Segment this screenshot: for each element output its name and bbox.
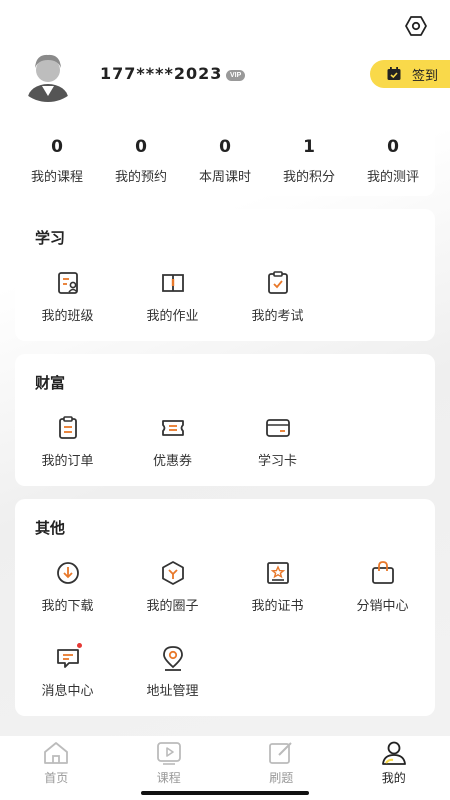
vip-badge: VIP xyxy=(226,70,246,81)
settings-button[interactable] xyxy=(402,12,430,40)
class-icon xyxy=(57,272,78,294)
menu-label: 地址管理 xyxy=(146,684,199,699)
video-icon xyxy=(156,742,181,765)
menu-label: 消息中心 xyxy=(41,684,94,699)
menu-my-class[interactable]: 我的班级 xyxy=(15,269,120,324)
tab-label: 刷题 xyxy=(269,771,294,785)
menu-my-homework[interactable]: 我的作业 xyxy=(120,269,225,324)
home-indicator xyxy=(141,791,309,795)
menu-label: 学习卡 xyxy=(257,454,297,469)
section-title: 其他 xyxy=(35,519,66,537)
stat-label: 我的测评 xyxy=(366,170,419,185)
certificate-icon xyxy=(266,562,289,584)
shopping-bag-icon xyxy=(371,561,394,584)
exam-icon xyxy=(267,271,288,294)
coupon-icon xyxy=(161,420,184,436)
section-title: 财富 xyxy=(35,374,66,392)
menu-coupons[interactable]: 优惠券 xyxy=(120,414,225,469)
order-icon xyxy=(58,416,77,439)
homework-icon xyxy=(161,274,184,292)
menu-my-exam[interactable]: 我的考试 xyxy=(225,269,330,324)
username: 177****2023 xyxy=(100,64,223,83)
menu-my-orders[interactable]: 我的订单 xyxy=(15,414,120,469)
other-section: 其他 我的下载 我的圈子 我的证书 分销中心 消息中心 地址管理 xyxy=(15,499,435,716)
menu-label: 我的圈子 xyxy=(146,599,199,614)
stat-my-points[interactable]: 1 我的积分 xyxy=(267,121,351,196)
menu-label: 我的作业 xyxy=(146,309,199,324)
menu-label: 我的考试 xyxy=(251,309,304,324)
stat-weekly-hours[interactable]: 0 本周课时 xyxy=(183,121,267,196)
avatar-placeholder-icon xyxy=(20,46,76,102)
stat-value: 0 xyxy=(219,137,231,157)
stat-label: 我的积分 xyxy=(282,170,335,185)
checkin-label: 签到 xyxy=(412,68,439,84)
stats-card: 0 我的课程 0 我的预约 0 本周课时 1 我的积分 0 我的测评 xyxy=(15,121,435,196)
menu-message-center[interactable]: 消息中心 xyxy=(15,642,120,699)
stat-my-assessments[interactable]: 0 我的测评 xyxy=(351,121,435,196)
tab-home[interactable]: 首页 xyxy=(0,736,113,800)
menu-my-circle[interactable]: 我的圈子 xyxy=(120,559,225,614)
message-icon-wrapper xyxy=(54,642,83,672)
stat-label: 我的预约 xyxy=(114,170,167,185)
download-icon xyxy=(56,562,79,584)
stat-value: 0 xyxy=(51,137,63,157)
menu-label: 优惠券 xyxy=(152,454,192,469)
menu-my-downloads[interactable]: 我的下载 xyxy=(15,559,120,614)
tab-label: 我的 xyxy=(381,771,406,785)
menu-address-management[interactable]: 地址管理 xyxy=(120,644,225,699)
menu-label: 我的下载 xyxy=(41,599,94,614)
user-icon xyxy=(381,741,406,765)
tab-mine[interactable]: 我的 xyxy=(338,736,450,800)
stat-label: 本周课时 xyxy=(198,170,251,185)
home-icon xyxy=(44,742,69,764)
tab-label: 课程 xyxy=(156,771,181,785)
settings-hexagon-icon xyxy=(405,16,427,36)
wealth-section: 财富 我的订单 优惠券 学习卡 xyxy=(15,354,435,486)
card-icon xyxy=(265,419,290,437)
menu-label: 我的证书 xyxy=(251,599,304,614)
menu-label: 我的订单 xyxy=(41,454,94,469)
avatar[interactable] xyxy=(16,46,80,102)
study-section: 学习 我的班级 我的作业 我的考试 xyxy=(15,209,435,341)
stat-value: 1 xyxy=(303,137,315,157)
stat-label: 我的课程 xyxy=(30,170,83,185)
menu-my-certificates[interactable]: 我的证书 xyxy=(225,559,330,614)
calendar-check-icon xyxy=(387,67,401,80)
menu-label: 分销中心 xyxy=(356,599,409,614)
stat-value: 0 xyxy=(387,137,399,157)
circle-icon xyxy=(161,561,184,585)
tab-label: 首页 xyxy=(44,771,69,785)
location-icon xyxy=(162,646,183,671)
profile-header: 177****2023 VIP 签到 xyxy=(16,46,450,102)
checkin-button[interactable]: 签到 xyxy=(370,60,450,88)
section-title: 学习 xyxy=(35,229,66,247)
menu-study-card[interactable]: 学习卡 xyxy=(225,414,330,469)
stat-value: 0 xyxy=(135,137,147,157)
menu-distribution-center[interactable]: 分销中心 xyxy=(330,559,435,614)
stat-my-appointments[interactable]: 0 我的预约 xyxy=(99,121,183,196)
stat-my-courses[interactable]: 0 我的课程 xyxy=(15,121,99,196)
menu-label: 我的班级 xyxy=(41,309,94,324)
edit-icon xyxy=(269,742,292,764)
unread-dot xyxy=(75,642,83,649)
